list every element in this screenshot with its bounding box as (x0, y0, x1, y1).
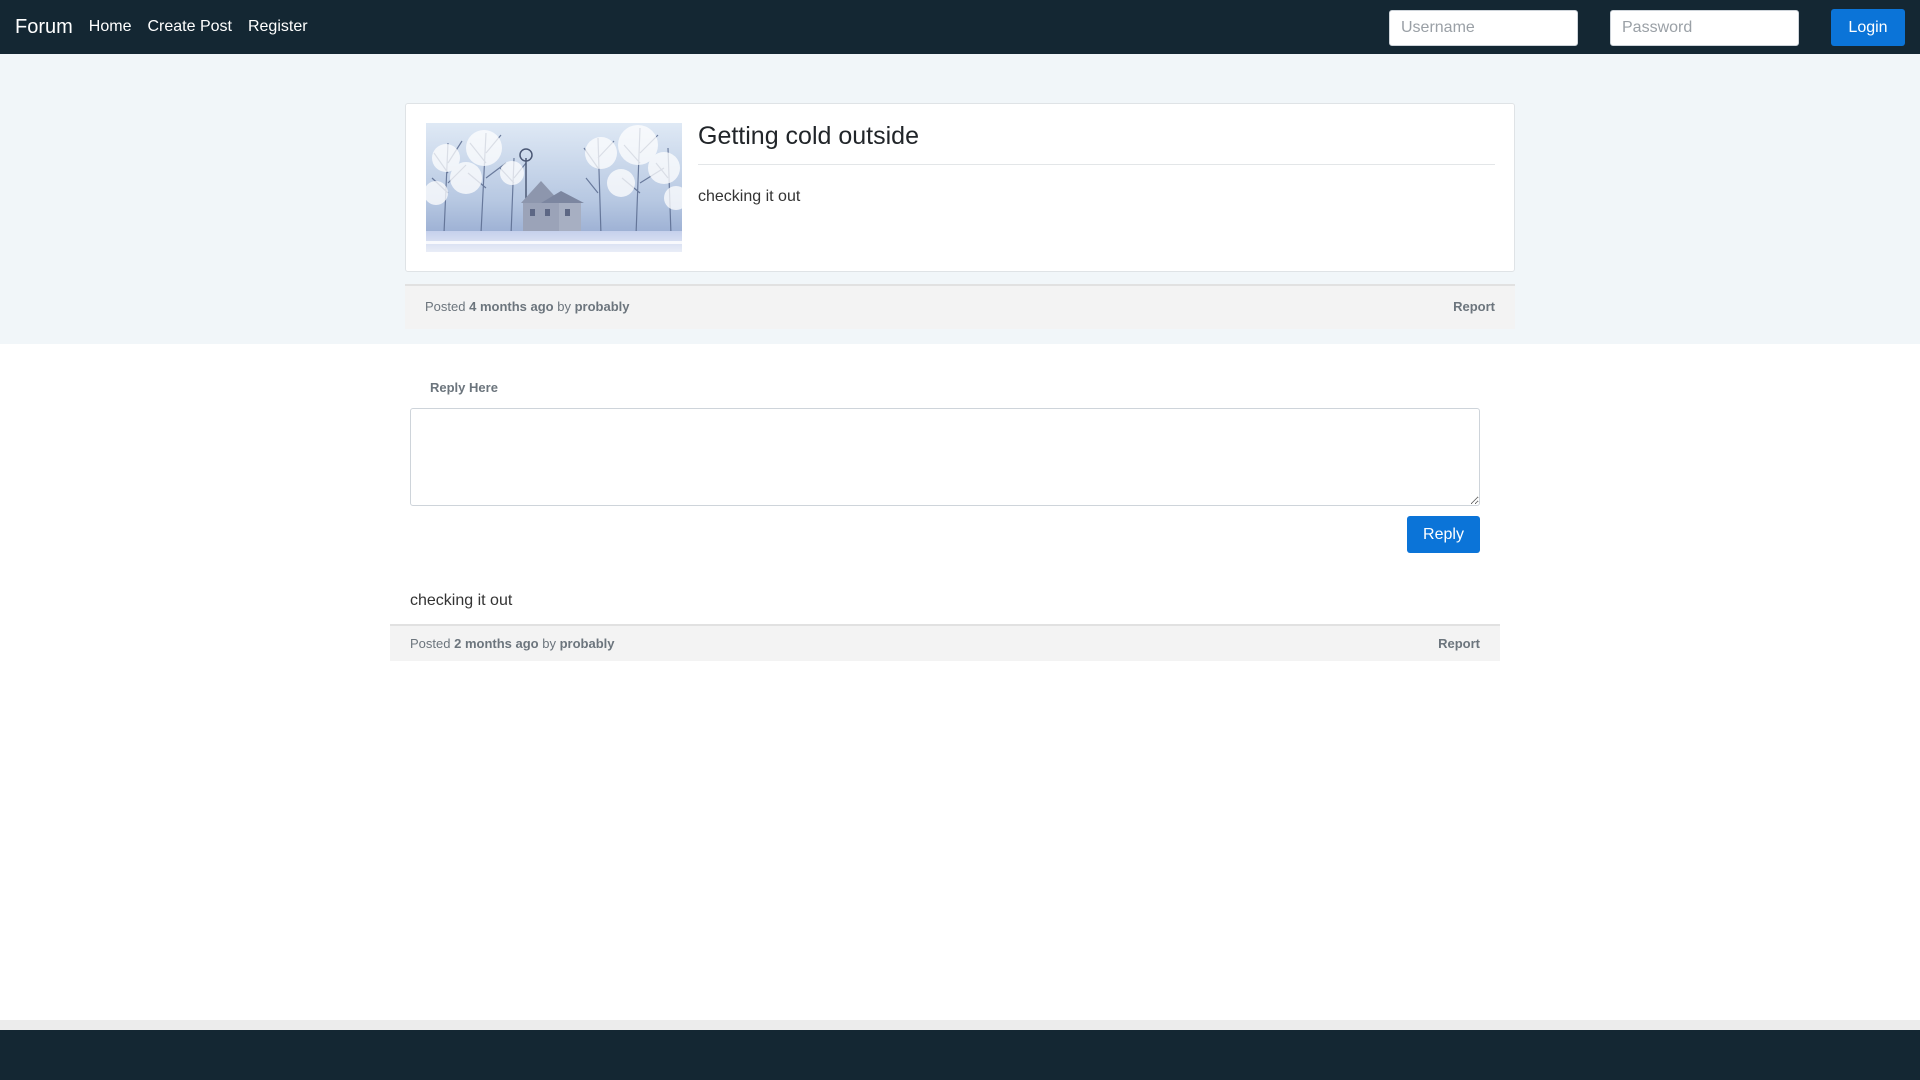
post-body: checking it out (698, 188, 801, 205)
comment-meta-info: Posted 2 months ago by probably (410, 636, 615, 651)
posted-label: Posted (410, 636, 451, 651)
comment-report-link[interactable]: Report (1438, 636, 1480, 651)
reply-label: Reply Here (430, 380, 498, 395)
brand-link[interactable]: Forum (15, 16, 73, 39)
title-divider (698, 164, 1495, 165)
post-title: Getting cold outside (698, 122, 919, 150)
nav-create-post-link[interactable]: Create Post (147, 18, 231, 36)
post-author: probably (574, 299, 630, 314)
post-meta-info: Posted 4 months ago by probably (425, 299, 630, 314)
comment-meta-bar: Posted 2 months ago by probably Report (390, 624, 1500, 661)
post-report-link[interactable]: Report (1453, 299, 1495, 314)
by-label: by (557, 299, 571, 314)
nav-register-link[interactable]: Register (248, 18, 308, 36)
comment-time: 2 months ago (454, 636, 539, 651)
posted-label: Posted (425, 299, 466, 314)
post-image (426, 123, 682, 252)
login-button[interactable]: Login (1831, 9, 1905, 46)
comment-author: probably (559, 636, 615, 651)
post-time: 4 months ago (469, 299, 554, 314)
reply-button[interactable]: Reply (1407, 516, 1480, 553)
reply-textarea[interactable] (410, 408, 1480, 506)
by-label: by (542, 636, 556, 651)
password-input[interactable] (1610, 9, 1799, 46)
login-form: Login (1389, 9, 1905, 46)
post-section: Getting cold outside checking it out Pos… (0, 54, 1920, 344)
post-meta-bar: Posted 4 months ago by probably Report (405, 284, 1515, 329)
top-navbar: Forum Home Create Post Register Login (0, 0, 1920, 54)
page-footer (0, 1030, 1920, 1080)
username-input[interactable] (1389, 9, 1578, 46)
footer-divider (0, 1020, 1920, 1030)
nav-home-link[interactable]: Home (89, 18, 132, 36)
comment-body: checking it out (410, 592, 513, 609)
post-card: Getting cold outside checking it out (405, 103, 1515, 272)
